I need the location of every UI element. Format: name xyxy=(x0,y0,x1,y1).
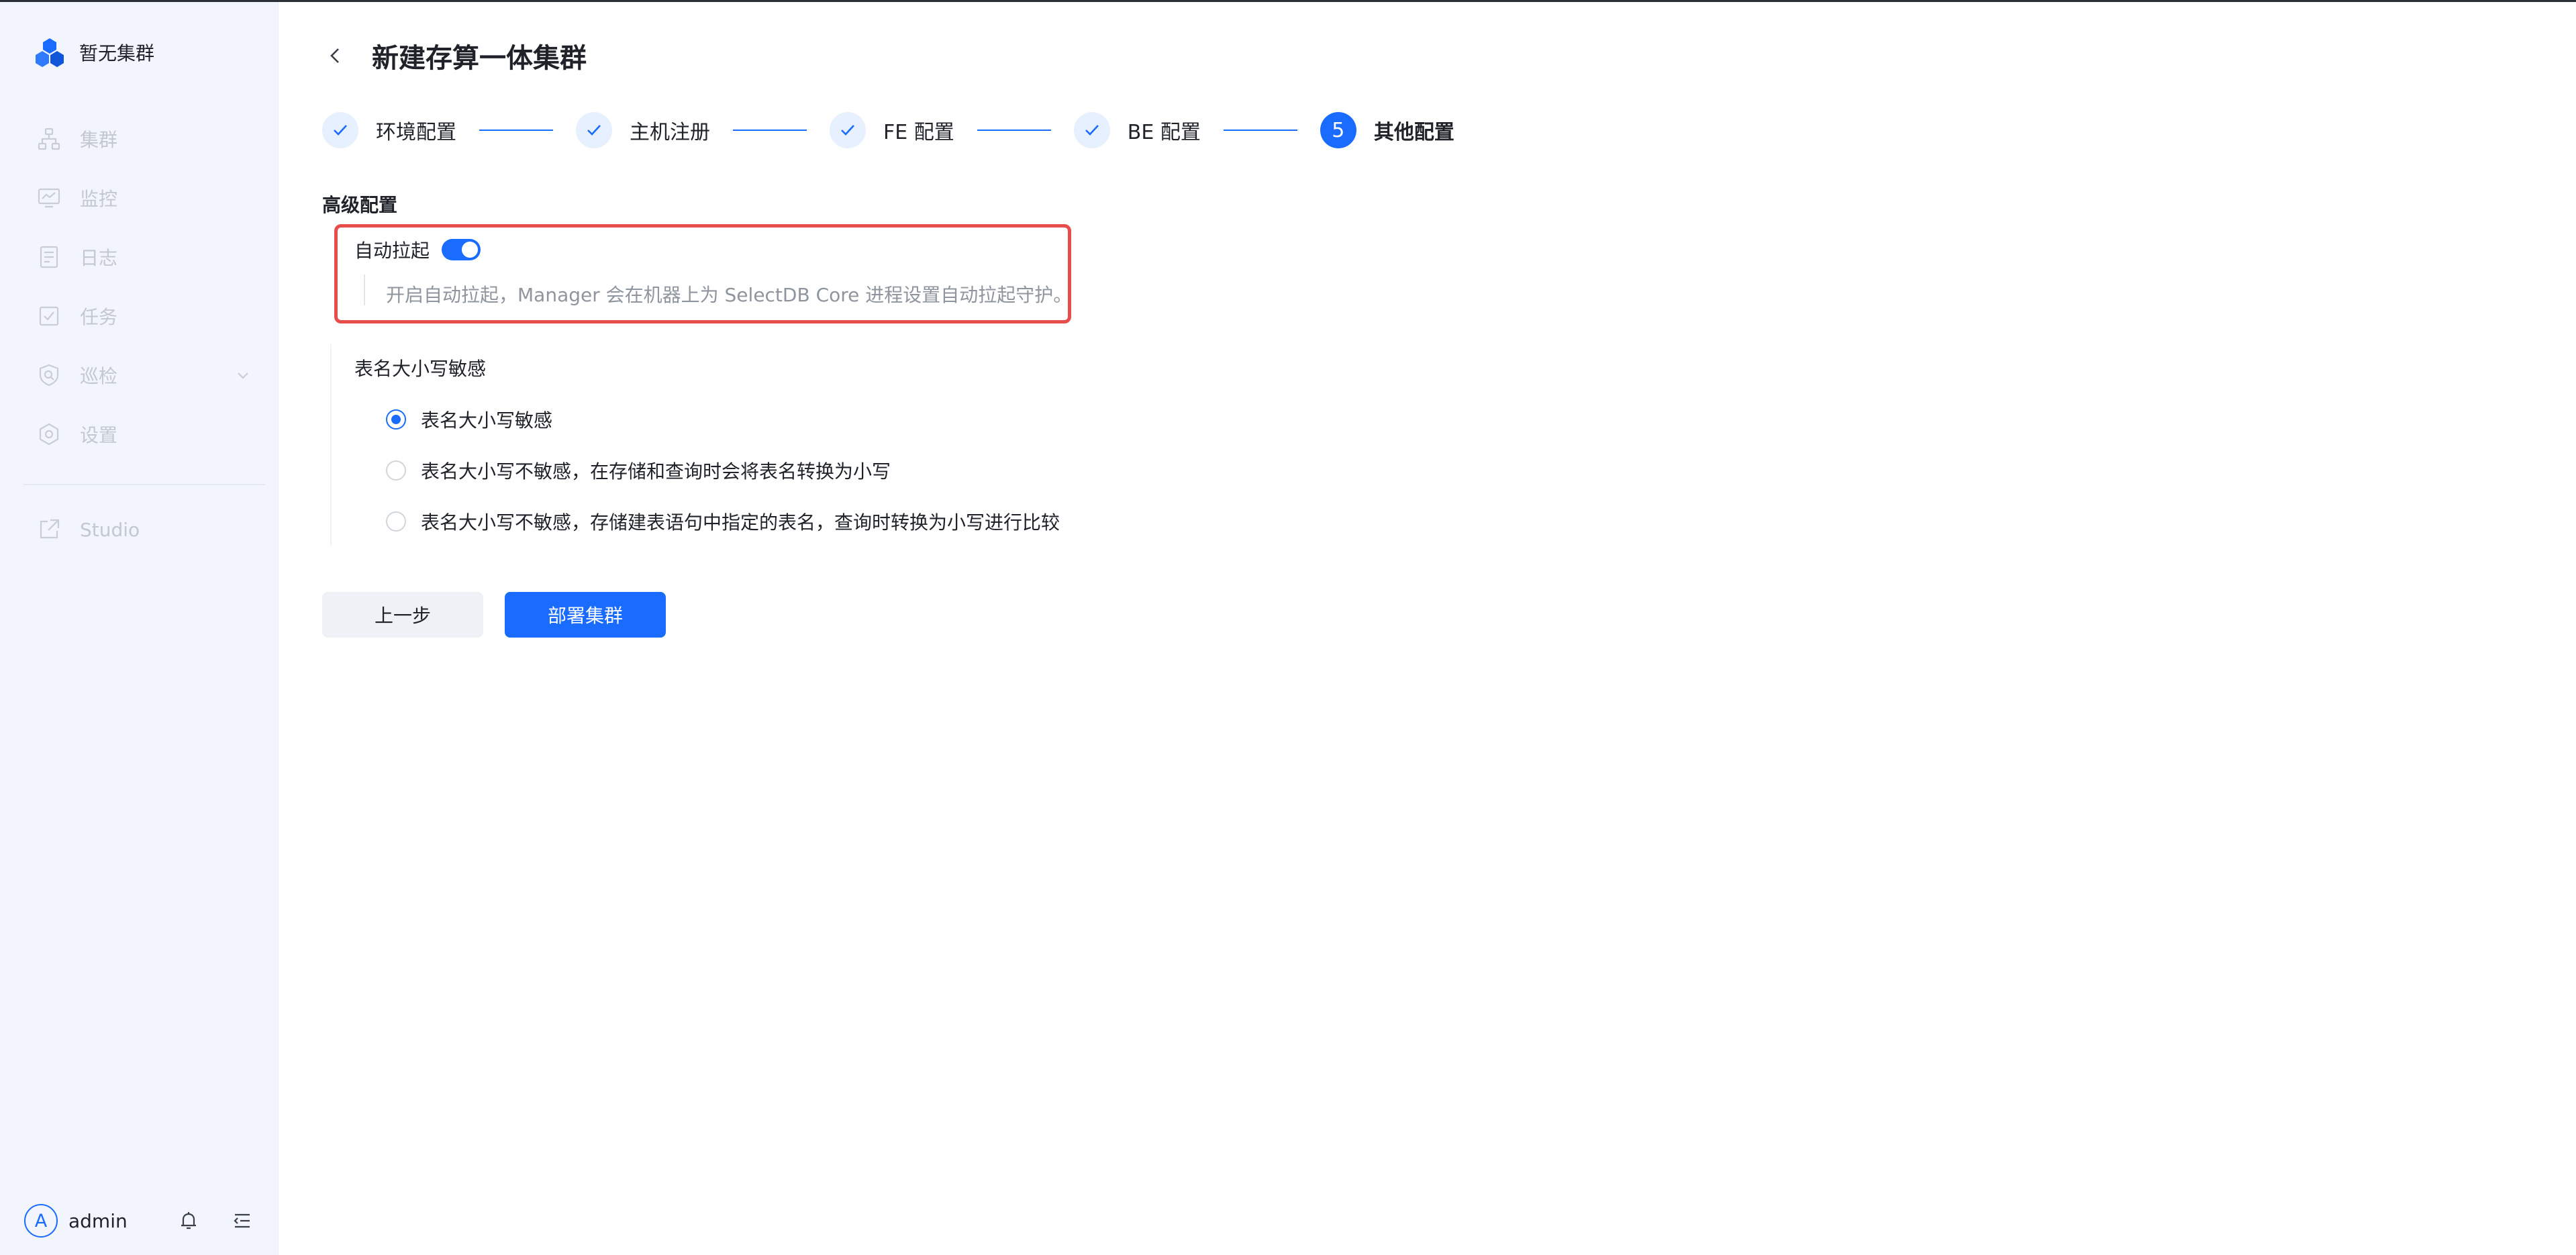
check-icon xyxy=(587,125,601,136)
step-done-circle xyxy=(1073,112,1110,148)
step-done-circle xyxy=(576,112,612,148)
user-name[interactable]: admin xyxy=(68,1210,128,1232)
sidebar-item-cluster[interactable]: 集群 xyxy=(37,109,252,168)
step-4[interactable]: BE 配置 xyxy=(1073,112,1201,148)
settings-icon xyxy=(39,423,59,446)
sidebar-item-label: 任务 xyxy=(80,306,118,328)
step-done-circle xyxy=(830,112,866,148)
bell-icon[interactable] xyxy=(177,1209,200,1232)
radio-option-lowercase-stored[interactable]: 表名大小写不敏感，在存储和查询时会将表名转换为小写 xyxy=(386,445,1060,496)
step-connector xyxy=(977,130,1051,131)
radio-button[interactable] xyxy=(386,511,406,532)
sidebar: 暂无集群 集群 监控 日志 任务 巡检 设置 Studio A admin xyxy=(0,2,279,1255)
auto-restart-toggle[interactable] xyxy=(442,239,481,260)
sidebar-item-label: Studio xyxy=(80,518,140,541)
radio-button[interactable] xyxy=(386,460,406,481)
sidebar-item-label: 日志 xyxy=(80,247,118,269)
sidebar-item-label: 监控 xyxy=(80,188,118,210)
user-bar: A admin xyxy=(24,1203,254,1238)
case-sensitivity-label: 表名大小写敏感 xyxy=(354,358,487,380)
radio-button[interactable] xyxy=(386,409,406,430)
step-done-circle xyxy=(322,112,358,148)
page-title: 新建存算一体集群 xyxy=(372,43,587,74)
step-1[interactable]: 环境配置 xyxy=(322,112,456,148)
monitor-icon xyxy=(38,188,60,208)
avatar[interactable]: A xyxy=(24,1204,58,1238)
step-3[interactable]: FE 配置 xyxy=(830,112,954,148)
sidebar-item-task[interactable]: 任务 xyxy=(37,287,252,346)
collapse-menu-icon[interactable] xyxy=(231,1209,254,1232)
radio-option-case-sensitive[interactable]: 表名大小写敏感 xyxy=(386,394,1060,445)
task-icon xyxy=(39,306,59,326)
section-title: 高级配置 xyxy=(322,194,398,216)
step-label: 环境配置 xyxy=(376,121,456,144)
radio-option-lowercase-compare[interactable]: 表名大小写不敏感，存储建表语句中指定的表名，查询时转换为小写进行比较 xyxy=(386,496,1060,547)
sidebar-item-studio[interactable]: Studio xyxy=(37,511,252,548)
step-connector xyxy=(733,130,807,131)
step-2[interactable]: 主机注册 xyxy=(576,112,710,148)
chevron-down-icon xyxy=(238,372,248,379)
radio-label: 表名大小写不敏感，在存储和查询时会将表名转换为小写 xyxy=(421,460,891,483)
sidebar-item-monitor[interactable]: 监控 xyxy=(37,168,252,228)
previous-step-button[interactable]: 上一步 xyxy=(322,592,483,638)
radio-label: 表名大小写敏感 xyxy=(421,409,553,432)
log-icon xyxy=(40,246,58,268)
help-rule xyxy=(364,274,365,305)
step-label: BE 配置 xyxy=(1127,121,1201,144)
sidebar-item-inspection[interactable]: 巡检 xyxy=(37,346,252,405)
cluster-switcher[interactable]: 暂无集群 xyxy=(34,36,154,69)
sidebar-item-label: 设置 xyxy=(80,424,118,446)
sidebar-nav: 集群 监控 日志 任务 巡检 设置 Studio xyxy=(23,109,265,548)
sidebar-item-label: 集群 xyxy=(80,129,118,151)
sidebar-divider xyxy=(23,484,265,485)
step-label: 主机注册 xyxy=(630,121,710,144)
step-label: FE 配置 xyxy=(883,121,954,144)
stepper: 环境配置 主机注册 FE 配置 BE 配置 5 其他配置 xyxy=(322,111,1454,149)
back-arrow-icon[interactable] xyxy=(322,42,349,69)
step-connector xyxy=(479,130,553,131)
check-icon xyxy=(841,125,854,136)
step-number-circle: 5 xyxy=(1320,112,1356,148)
sidebar-item-settings[interactable]: 设置 xyxy=(37,405,252,464)
case-sensitivity-radio-group: 表名大小写敏感 表名大小写不敏感，在存储和查询时会将表名转换为小写 表名大小写不… xyxy=(386,394,1060,547)
step-5: 5 其他配置 xyxy=(1320,112,1454,148)
radio-label: 表名大小写不敏感，存储建表语句中指定的表名，查询时转换为小写进行比较 xyxy=(421,511,1060,534)
step-label: 其他配置 xyxy=(1373,121,1454,144)
auto-restart-label: 自动拉起 xyxy=(354,240,430,262)
check-icon xyxy=(1085,125,1099,136)
toggle-knob xyxy=(462,242,479,258)
external-link-icon xyxy=(40,519,60,539)
cubes-logo-icon xyxy=(36,38,64,67)
page-header: 新建存算一体集群 xyxy=(322,36,587,76)
auto-restart-row: 自动拉起 xyxy=(354,236,481,263)
group-rule xyxy=(330,344,332,546)
inspection-icon xyxy=(39,364,59,387)
auto-restart-help: 开启自动拉起，Manager 会在机器上为 SelectDB Core 进程设置… xyxy=(386,284,1073,306)
deploy-cluster-button[interactable]: 部署集群 xyxy=(505,592,666,638)
sidebar-item-log[interactable]: 日志 xyxy=(37,228,252,287)
step-connector xyxy=(1223,130,1297,131)
user-actions xyxy=(177,1209,254,1232)
sidebar-item-label: 巡检 xyxy=(80,365,118,387)
check-icon xyxy=(334,125,347,136)
cluster-name: 暂无集群 xyxy=(79,42,155,64)
cluster-icon xyxy=(38,128,60,150)
